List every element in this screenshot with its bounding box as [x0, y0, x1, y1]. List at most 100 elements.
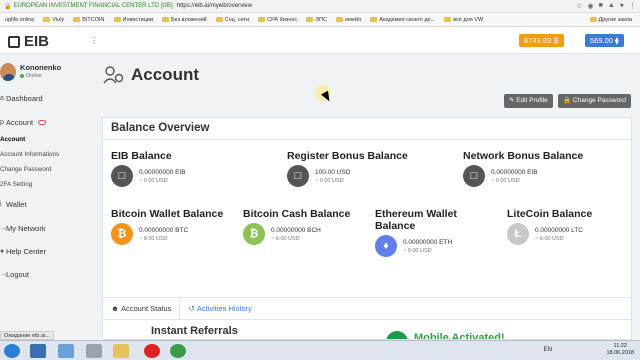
sidebar-item-logout[interactable]: → Logout: [0, 270, 85, 279]
bitcoin-cash-icon: ₿: [243, 223, 265, 245]
balance-title: Bitcoin Cash Balance: [243, 208, 351, 220]
ie-icon[interactable]: [30, 344, 46, 358]
clock[interactable]: 11:22 18.06.2018: [606, 343, 634, 357]
balance-usd: ~ 0.00 USD: [139, 235, 168, 242]
bookmark[interactable]: Без вложений: [162, 17, 207, 23]
language-indicator[interactable]: EN: [544, 347, 552, 353]
secure-label: EUROPEAN INVESTMENT FINANCIAL CENTER LTD…: [13, 3, 173, 9]
balance-title: Bitcoin Wallet Balance: [111, 208, 224, 220]
balance-usd: ~ 0.00 USD: [271, 235, 300, 242]
balance-title: EIB Balance: [111, 150, 172, 162]
page-title: Account: [103, 65, 199, 85]
bookmark[interactable]: BITCOIN: [73, 17, 105, 23]
sidebar-item-network[interactable]: → My Network: [0, 224, 85, 233]
bookmark[interactable]: Viuly: [43, 17, 64, 23]
eib-coin-icon: □: [287, 165, 309, 187]
folder-icon: [306, 17, 314, 22]
folder-icon: [113, 17, 121, 22]
history-icon: ↺: [188, 304, 197, 313]
balance-title: LiteCoin Balance: [507, 208, 593, 220]
folder-icon: [43, 17, 51, 22]
sidebar-toggle-icon[interactable]: ⋮: [90, 36, 98, 45]
chrome-icon[interactable]: [170, 344, 186, 358]
main-content: Account ✎ Edit Profile 🔒 Change Password…: [95, 55, 640, 342]
bookmark[interactable]: Соц. сети: [215, 17, 249, 23]
extensions: ☆ ◉ ■ ▲ ● ⋮: [576, 2, 636, 10]
balance-amount: 0.00000000 BCH: [271, 226, 321, 234]
eib-balance: EIB Balance □ 0.00000000 EIB ~ 0.00 USD: [111, 150, 186, 187]
balance-usd: ~ 0.00 USD: [139, 177, 168, 184]
mobile-check-icon: [386, 331, 408, 339]
balance-amount: 0.00000000 BTC: [139, 226, 189, 234]
bch-balance: Bitcoin Cash Balance ₿ 0.00000000 BCH ~ 0…: [243, 208, 363, 245]
status-url: Ожидание eib.ai...: [0, 331, 54, 340]
menu-icon[interactable]: ⋮: [629, 2, 636, 10]
other-bookmarks[interactable]: Другие закла: [589, 17, 632, 23]
eib-coin-icon: □: [463, 165, 485, 187]
address-bar[interactable]: 🔒 EUROPEAN INVESTMENT FINANCIAL CENTER L…: [0, 0, 640, 13]
extension-icon[interactable]: ▲: [608, 2, 615, 10]
folder-icon: [444, 17, 452, 22]
sidebar-item-help[interactable]: ● Help Center: [0, 247, 85, 256]
btc-balance-badge[interactable]: 6743.83 ₿: [519, 34, 564, 47]
logo[interactable]: EIB: [8, 33, 49, 50]
edit-profile-button[interactable]: ✎ Edit Profile: [504, 94, 553, 108]
user-status: Online: [20, 73, 42, 79]
balance-amount: 0.00000000 EIB: [491, 168, 538, 176]
tab-activities-history[interactable]: ↺ Activities History: [180, 298, 259, 319]
balance-usd: ~ 0.00 USD: [535, 235, 564, 242]
user-panel: Kononenko Online: [0, 61, 85, 85]
opera-icon[interactable]: [144, 344, 160, 358]
explorer-icon[interactable]: [113, 344, 129, 358]
eth-wallet-balance: Ethereum Wallet Balance ♦ 0.00000000 ETH…: [375, 208, 495, 257]
eth-balance-badge[interactable]: 569.00 ⧫: [585, 34, 624, 47]
bookmark[interactable]: Академия своего де...: [370, 17, 435, 23]
btc-wallet-balance: Bitcoin Wallet Balance ₿ 0.00000000 BTC ~…: [111, 208, 231, 245]
extension-icon[interactable]: ●: [620, 2, 624, 10]
sidebar-item-dashboard[interactable]: a Dashboard: [0, 94, 85, 103]
bookmark[interactable]: всё для VW: [444, 17, 483, 23]
balance-amount: 100.00 USD: [315, 168, 351, 176]
star-icon[interactable]: ☆: [576, 2, 582, 10]
bookmark[interactable]: ЭПС: [306, 17, 327, 23]
bookmark[interactable]: Инвестиции: [113, 17, 153, 23]
url-text[interactable]: https://eib.ai/myeib/overview: [177, 3, 252, 9]
balance-usd: ~ 0.00 USD: [315, 177, 344, 184]
taskbar: EN 11:22 18.06.2018: [0, 340, 640, 360]
online-dot-icon: [20, 74, 24, 78]
balance-usd: ~ 0.00 USD: [403, 247, 432, 254]
change-password-button[interactable]: 🔒 Change Password: [558, 94, 632, 108]
sidebar-item-account[interactable]: p Account: [0, 118, 85, 127]
bitcoin-icon: ₿: [111, 223, 133, 245]
litecoin-icon: Ł: [507, 223, 529, 245]
bookmark[interactable]: емейл: [336, 17, 361, 23]
ethereum-icon: ♦: [375, 235, 397, 257]
extension-icon[interactable]: ■: [599, 2, 603, 10]
logo-icon: [8, 35, 20, 48]
submenu-2fa[interactable]: 2FA Setting: [0, 181, 32, 188]
folder-icon: [162, 17, 170, 22]
tab-content: Instant Referrals Mobile Activated!: [102, 319, 632, 340]
app-icon[interactable]: [86, 344, 102, 358]
app-header: EIB ⋮ 6743.83 ₿ 569.00 ⧫: [0, 27, 640, 54]
balance-title: Network Bonus Balance: [463, 150, 584, 162]
extension-icon[interactable]: ◉: [587, 2, 593, 10]
folder-icon: [73, 17, 81, 22]
bookmark[interactable]: uplife.online: [5, 17, 34, 23]
register-bonus-balance: Register Bonus Balance □ 100.00 USD ~ 0.0…: [287, 150, 408, 187]
bookmark[interactable]: СРА бизнес: [258, 17, 297, 23]
tab-account-status[interactable]: ☻ Account Status: [103, 298, 181, 319]
tab-bar: ☻ Account Status ↺ Activities History: [102, 297, 632, 319]
start-icon[interactable]: [4, 344, 20, 358]
sidebar-item-wallet[interactable]: i Wallet: [0, 200, 85, 209]
mobile-status: Mobile Activated!: [386, 323, 505, 339]
submenu-account[interactable]: Account: [0, 136, 25, 143]
submenu-change-password[interactable]: Change Password: [0, 166, 51, 173]
windows-media-icon[interactable]: [58, 344, 74, 358]
bookmarks-bar: uplife.online Viuly BITCOIN Инвестиции Б…: [0, 13, 640, 27]
balance-usd: ~ 0.00 USD: [491, 177, 520, 184]
submenu-account-info[interactable]: Account Informations: [0, 151, 59, 158]
sidebar: Kononenko Online a Dashboard p Account Acc…: [0, 55, 85, 340]
lock-icon: 🔒: [4, 3, 12, 10]
balance-amount: 0.00000000 LTC: [535, 226, 583, 234]
